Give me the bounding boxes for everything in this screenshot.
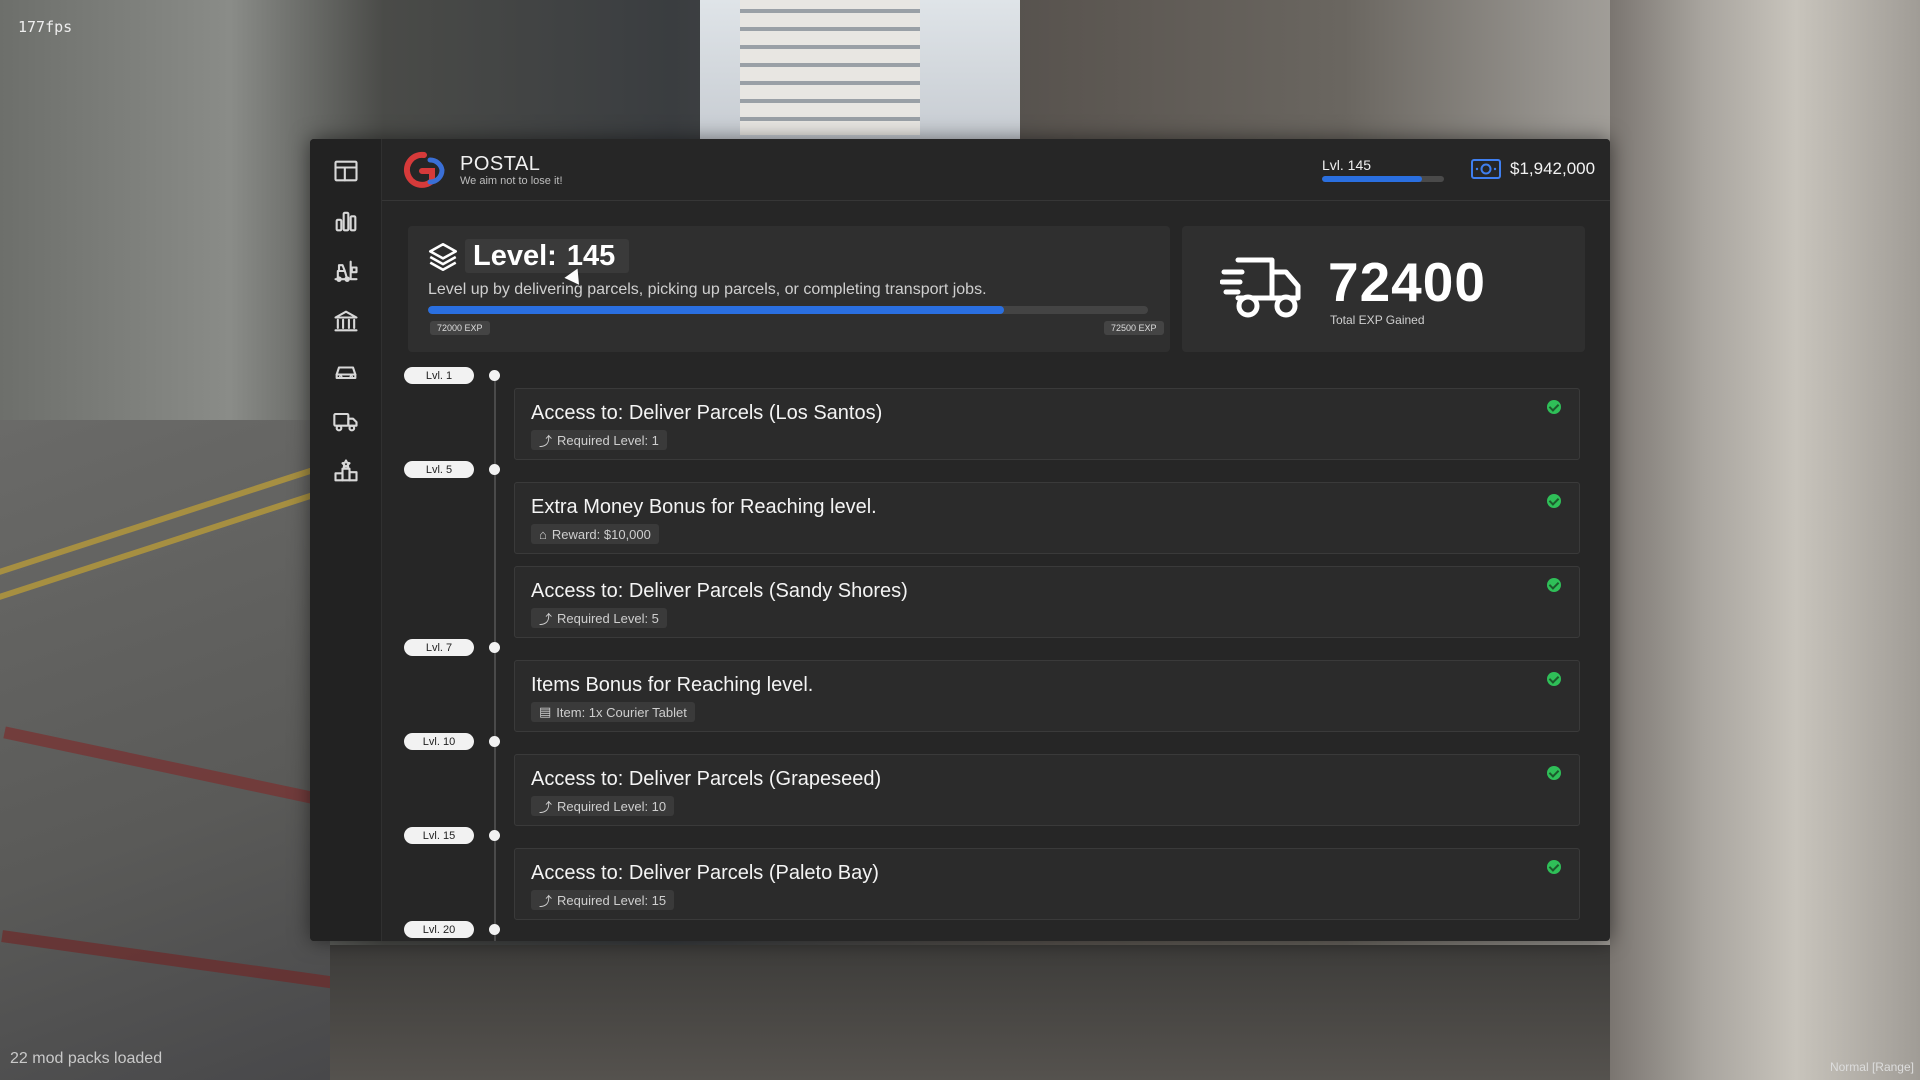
unlock-tag: ⤴ Required Level: 10 [531,796,675,816]
total-exp-label: Total EXP Gained [1330,313,1425,327]
unlock-tag-text: Required Level: 1 [557,432,659,448]
money-balance: $1,942,000 [1510,159,1596,178]
level-up-icon: ⤴ [539,611,553,627]
background-ground [330,945,1610,1080]
xp-progress-fill [428,306,1004,314]
main-content[interactable]: Level: 145 Level up by delivering parcel… [382,201,1610,941]
unlock-tag: ⤴ Required Level: 5 [531,608,667,628]
voice-mode: Normal [Range] [1829,1060,1914,1074]
completed-check-icon [1547,400,1561,414]
unlock-tag: ⤴ Required Level: 1 [531,430,667,450]
mods-status: 22 mod packs loaded [10,1050,163,1067]
level-description: Level up by delivering parcels, picking … [428,281,987,298]
unlock-item[interactable]: Access to: Deliver Parcels (Sandy Shores… [514,566,1580,638]
xp-max-label: 72500 EXP [1104,321,1164,335]
timeline-dot [489,736,500,747]
timeline-level-tag: Lvl. 20 [404,921,474,938]
unlock-tag: ⤴ Required Level: 15 [531,890,675,910]
background-building [740,0,920,135]
completed-check-icon [1547,860,1561,874]
layers-icon [428,242,458,272]
unlock-tag: ⌂ Reward: $10,000 [531,524,659,544]
completed-check-icon [1547,494,1561,508]
header-level: Lvl. 145 [1322,157,1372,173]
total-exp-value: 72400 [1328,251,1486,313]
cash-icon [1471,159,1501,179]
unlock-tag-text: Required Level: 10 [557,798,667,814]
unlock-item[interactable]: Access to: Deliver Parcels (Los Santos) … [514,388,1580,460]
level-up-icon: ⤴ [539,893,553,909]
timeline-level-tag: Lvl. 1 [404,367,474,384]
unlock-tag-text: Required Level: 15 [557,892,667,908]
unlock-tag-text: Required Level: 5 [557,610,659,626]
unlock-tag-text: Item: 1x Courier Tablet [556,704,687,720]
unlock-tag: ▤ Item: 1x Courier Tablet [531,702,695,722]
bank-icon[interactable] [330,305,362,337]
layout-icon[interactable] [330,155,362,187]
postal-window: POSTAL We aim not to lose it! Lvl. 145 $… [310,139,1610,941]
level-up-icon: ⤴ [539,433,553,449]
exp-card: 72400 Total EXP Gained [1182,226,1585,352]
timeline-level-tag: Lvl. 10 [404,733,474,750]
postal-logo [403,151,445,188]
level-value: 145 [566,239,616,272]
completed-check-icon [1547,766,1561,780]
bar-chart-icon[interactable] [330,205,362,237]
app-subtitle: We aim not to lose it! [460,175,563,187]
unlock-title: Access to: Deliver Parcels (Sandy Shores… [531,580,908,602]
completed-check-icon [1547,578,1561,592]
level-card: Level: 145 Level up by delivering parcel… [408,226,1170,352]
background-wall [1610,0,1920,1080]
sidebar [310,139,382,941]
timeline-dot [489,370,500,381]
timeline-dot [489,830,500,841]
fps-counter: 177fps [18,18,73,36]
timeline-level-tag: Lvl. 7 [404,639,474,656]
level-label: Level: [473,239,557,272]
level-display: Level: 145 [465,239,630,273]
unlock-item[interactable]: Items Bonus for Reaching level. ▤ Item: 1… [514,660,1580,732]
xp-min-label: 72000 EXP [430,321,490,335]
unlock-tag-text: Reward: $10,000 [551,526,651,542]
car-icon[interactable] [330,355,362,387]
leaderboard-icon[interactable] [330,455,362,487]
unlock-title: Items Bonus for Reaching level. [531,674,814,696]
timeline-dot [489,464,500,475]
header-level-bar [1322,176,1444,182]
timeline-dot [489,642,500,653]
unlock-title: Access to: Deliver Parcels (Los Santos) [531,402,883,424]
app-title: POSTAL [460,153,541,175]
completed-check-icon [1547,672,1561,686]
unlock-item[interactable]: Extra Money Bonus for Reaching level. ⌂ R… [514,482,1580,554]
item-icon: ▤ [539,704,552,719]
truck-icon[interactable] [330,405,362,437]
forklift-icon[interactable] [330,255,362,287]
unlock-title: Access to: Deliver Parcels (Paleto Bay) [531,862,879,884]
timeline-level-tag: Lvl. 15 [404,827,474,844]
unlock-title: Access to: Deliver Parcels (Grapeseed) [531,768,882,790]
reward-icon: ⌂ [539,526,547,542]
xp-progress-bar [428,306,1148,314]
timeline-level-tag: Lvl. 5 [404,461,474,478]
unlock-item[interactable]: Access to: Deliver Parcels (Grapeseed) ⤴… [514,754,1580,826]
unlock-item[interactable]: Access to: Deliver Parcels (Paleto Bay) … [514,848,1580,920]
delivery-truck-icon [1220,257,1301,318]
timeline-dot [489,924,500,935]
level-up-icon: ⤴ [539,799,553,815]
unlock-title: Extra Money Bonus for Reaching level. [531,496,877,518]
header-level-fill [1322,176,1423,182]
header: POSTAL We aim not to lose it! Lvl. 145 $… [382,139,1610,201]
